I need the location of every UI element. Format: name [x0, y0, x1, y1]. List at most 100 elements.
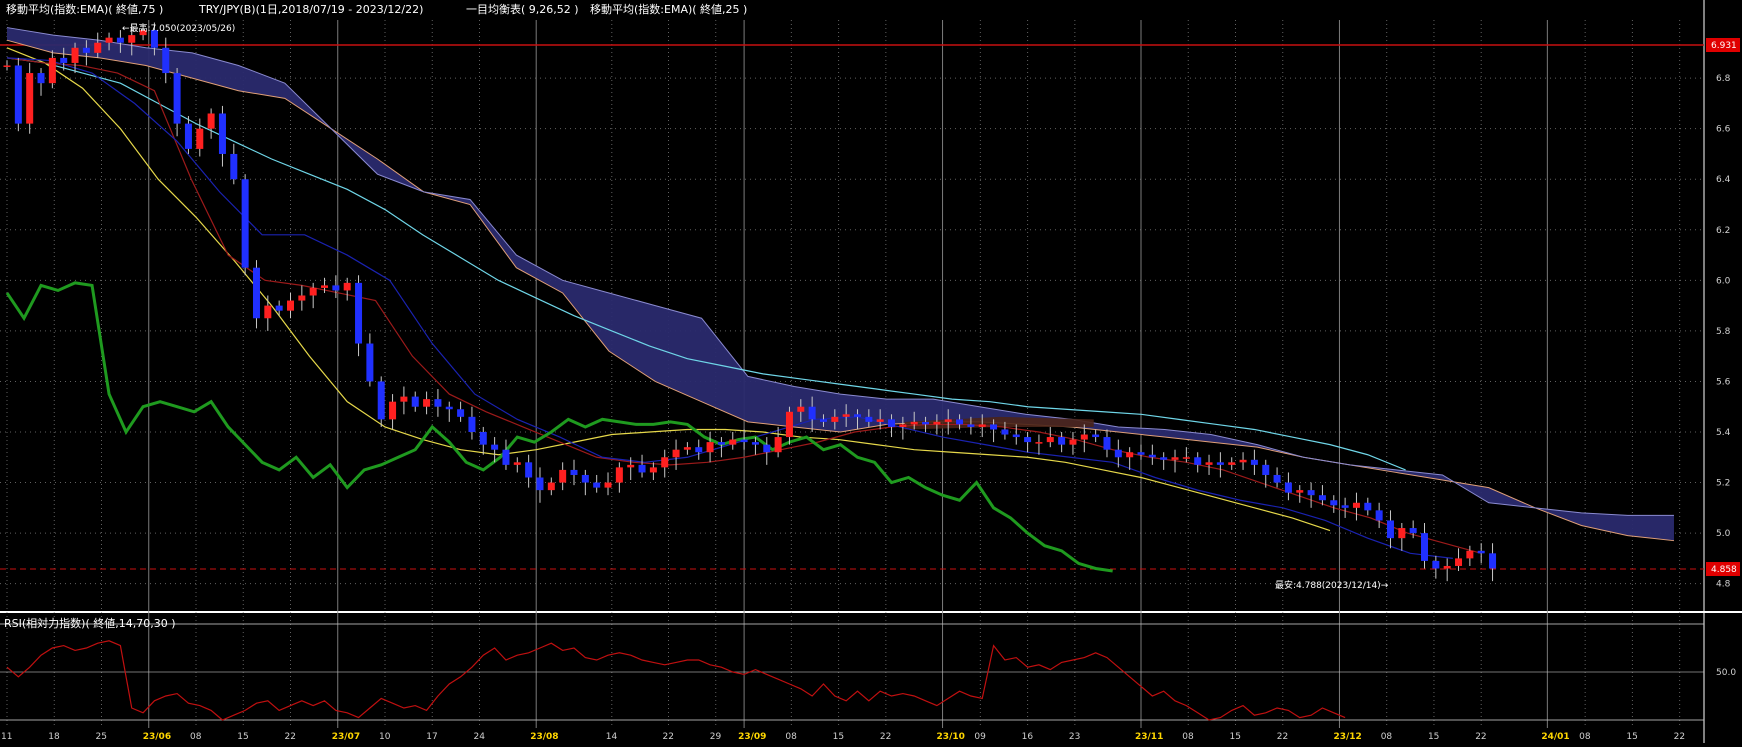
candle-body — [559, 469, 567, 483]
candle-body — [570, 469, 578, 475]
rsi-tick-label: 50.0 — [1716, 668, 1736, 678]
x-tick-label: 10 — [379, 732, 391, 742]
candle-body — [1216, 462, 1224, 465]
candle-body — [1466, 550, 1474, 559]
candle-body — [502, 449, 510, 465]
x-tick-label: 08 — [190, 732, 202, 742]
candle-body — [116, 37, 124, 43]
candle-body — [366, 343, 374, 382]
x-tick-label: 22 — [1674, 732, 1685, 742]
candle-body — [683, 447, 691, 450]
x-tick-label: 08 — [1579, 732, 1591, 742]
top-price-value: 6.931 — [1711, 41, 1737, 51]
candle-body — [491, 444, 499, 450]
candle-body — [1058, 437, 1066, 445]
candle-body — [1398, 528, 1406, 539]
candle-body — [479, 431, 487, 445]
x-tick-label: 22 — [1475, 732, 1486, 742]
candle-body — [888, 419, 896, 427]
candle-body — [162, 47, 170, 74]
candle-body — [1126, 452, 1134, 458]
candle-body — [1477, 550, 1485, 554]
candle-body — [207, 113, 215, 129]
candle-body — [1182, 457, 1190, 459]
x-tick-label: 22 — [285, 732, 296, 742]
candle-body — [14, 65, 22, 124]
candle-body — [105, 37, 113, 43]
candle-body — [377, 381, 385, 420]
y-tick-label: 5.8 — [1716, 327, 1731, 337]
candle-body — [1284, 482, 1292, 493]
candle-body — [128, 35, 136, 43]
y-tick-label: 6.6 — [1716, 125, 1731, 135]
candle-body — [411, 396, 419, 407]
x-tick-label: 23/08 — [530, 732, 558, 742]
candle-body — [48, 57, 56, 84]
x-tick-label: 08 — [785, 732, 797, 742]
ema25-legend: 移動平均(指数:EMA)( 終値,25 ) — [590, 2, 747, 16]
x-tick-label: 23 — [1069, 732, 1080, 742]
candle-body — [1432, 560, 1440, 569]
candle-body — [740, 439, 748, 443]
candle-body — [434, 399, 442, 407]
y-tick-label: 6.2 — [1716, 226, 1730, 236]
candle-body — [1024, 437, 1032, 443]
candle-body — [1318, 495, 1326, 501]
candle-body — [615, 467, 623, 483]
candle-body — [819, 419, 827, 422]
candle-body — [389, 401, 397, 420]
candle-body — [1455, 558, 1463, 566]
candle-body — [1330, 500, 1338, 506]
candle-body — [218, 113, 226, 154]
candle-body — [468, 416, 476, 432]
y-tick-label: 4.8 — [1716, 580, 1731, 590]
x-tick-label: 23/09 — [738, 732, 766, 742]
candle-body — [899, 424, 907, 427]
x-tick-label: 18 — [48, 732, 60, 742]
candle-body — [922, 421, 930, 425]
candle-body — [1250, 459, 1258, 465]
candle-body — [26, 73, 34, 124]
candle-body — [774, 437, 782, 453]
candle-body — [264, 305, 272, 319]
candle-body — [706, 442, 714, 453]
x-tick-label: 25 — [96, 732, 107, 742]
candle-body — [1114, 449, 1122, 458]
x-tick-label: 17 — [426, 732, 437, 742]
candle-body — [1205, 462, 1213, 465]
candle-body — [649, 467, 657, 473]
candle-body — [513, 462, 521, 465]
candle-body — [1375, 510, 1383, 521]
candle-body — [1012, 434, 1020, 438]
candle-body — [1035, 442, 1043, 444]
candle-body — [1069, 439, 1077, 445]
rsi-title: RSI(相対力指数)( 終値,14,70,30 ) — [4, 616, 176, 630]
x-tick-label: 23/12 — [1333, 732, 1361, 742]
x-tick-label: 08 — [1381, 732, 1393, 742]
y-tick-label: 5.4 — [1716, 428, 1731, 438]
candle-body — [173, 73, 181, 124]
y-tick-label: 5.0 — [1716, 529, 1731, 539]
x-tick-label: 24 — [474, 732, 486, 742]
candle-body — [831, 416, 839, 422]
candle-body — [956, 419, 964, 425]
candle-body — [3, 65, 11, 67]
candle-body — [593, 482, 601, 488]
low-annotation: 最安:4.788(2023/12/14)→ — [1275, 579, 1389, 591]
candle-body — [978, 424, 986, 427]
candle-body — [1409, 528, 1417, 534]
candle-body — [230, 153, 238, 180]
candle-body — [1421, 533, 1428, 561]
x-tick-label: 15 — [1230, 732, 1241, 742]
candlestick-chart: 11 18 25 23/06 08 15 22 23/07 10 17 24 23/08 14 22 29 2… — [0, 0, 1742, 743]
candle-body — [196, 128, 204, 149]
y-tick-label: 5.6 — [1716, 377, 1731, 387]
candle-body — [1148, 454, 1156, 458]
candle-body — [1194, 457, 1202, 465]
y-tick-label: 6.0 — [1716, 276, 1731, 286]
candle-body — [60, 57, 68, 63]
candle-body — [1160, 457, 1168, 460]
candle-body — [604, 482, 612, 488]
x-tick-label: 08 — [1182, 732, 1194, 742]
candle-body — [423, 399, 431, 407]
